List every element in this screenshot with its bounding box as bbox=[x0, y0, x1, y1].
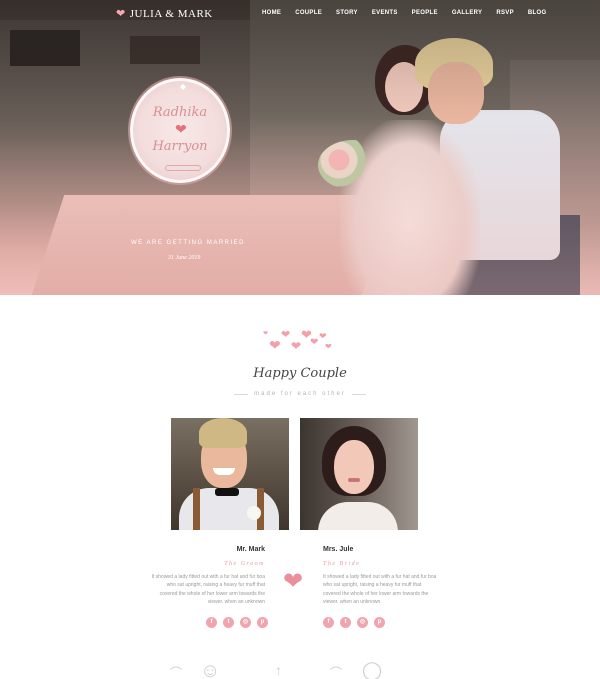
bride-name: Mrs. Jule bbox=[323, 546, 354, 553]
hero-overlay bbox=[0, 0, 600, 295]
skull-icon: ☺ bbox=[200, 660, 221, 679]
bride-photo bbox=[300, 418, 418, 530]
divider bbox=[352, 394, 366, 395]
section-subtitle: made for each other bbox=[254, 391, 346, 397]
couple-heart-icon: ❤ bbox=[282, 568, 304, 595]
badge-name-second: Harryon bbox=[152, 139, 208, 154]
groom-bio: It showed a lady fitted out with a fur h… bbox=[151, 574, 265, 605]
nav-people[interactable]: PEOPLE bbox=[412, 10, 438, 16]
scroll-ornament bbox=[165, 165, 201, 171]
top-nav: ❤ JULIA & MARK HOME COUPLE STORY EVENTS … bbox=[0, 0, 600, 28]
nav-couple[interactable]: COUPLE bbox=[295, 10, 322, 16]
bride-social-links: f t ◎ p bbox=[323, 617, 385, 628]
bride-bio: It showed a lady fitted out with a fur h… bbox=[323, 574, 437, 605]
pinterest-icon[interactable]: p bbox=[374, 617, 385, 628]
groom-social-links: f t ◎ p bbox=[206, 617, 268, 628]
brand-name: JULIA & MARK bbox=[129, 7, 213, 20]
nav-rsvp[interactable]: RSVP bbox=[496, 10, 514, 16]
hearts-cluster-icon: ❤ ❤ ❤ ❤ ❤ ❤ ❤ ❤ bbox=[263, 327, 332, 353]
brand-logo[interactable]: ❤ JULIA & MARK bbox=[116, 7, 213, 21]
bride-role: The Bride bbox=[323, 561, 361, 567]
twitter-icon[interactable]: t bbox=[223, 617, 234, 628]
main-menu: HOME COUPLE STORY EVENTS PEOPLE GALLERY … bbox=[262, 10, 546, 16]
facebook-icon[interactable]: f bbox=[206, 617, 217, 628]
twitter-icon[interactable]: t bbox=[340, 617, 351, 628]
nav-events[interactable]: EVENTS bbox=[372, 10, 398, 16]
story-icons-row: ⌒ ☺ ↑ ⌒ ◯ bbox=[0, 660, 600, 679]
facebook-icon[interactable]: f bbox=[323, 617, 334, 628]
instagram-icon[interactable]: ◎ bbox=[240, 617, 251, 628]
ring-icon: ◯ bbox=[362, 660, 383, 679]
heart-icon: ❤ bbox=[175, 121, 187, 137]
ornament-icon: ⌒ bbox=[330, 666, 343, 679]
ornament-icon: ⌒ bbox=[170, 666, 183, 679]
nav-gallery[interactable]: GALLERY bbox=[452, 10, 483, 16]
nav-blog[interactable]: BLOG bbox=[528, 10, 547, 16]
hero-tagline: WE ARE GETTING MARRIED bbox=[131, 240, 246, 246]
groom-role: The Groom bbox=[224, 561, 265, 567]
nav-home[interactable]: HOME bbox=[262, 10, 281, 16]
badge-name-first: Radhika bbox=[152, 105, 208, 120]
groom-photo bbox=[171, 418, 289, 530]
nav-story[interactable]: STORY bbox=[336, 10, 358, 16]
couple-badge: ◆ Radhika ❤ Harryon bbox=[130, 78, 230, 183]
ring-icon: ◆ bbox=[180, 82, 187, 91]
heart-icon: ❤ bbox=[116, 8, 126, 20]
hero-banner: ◆ Radhika ❤ Harryon WE ARE GETTING MARRI… bbox=[0, 0, 600, 295]
groom-name: Mr. Mark bbox=[236, 546, 265, 553]
pinterest-icon[interactable]: p bbox=[257, 617, 268, 628]
hero-date: 31 June 2019 bbox=[168, 255, 201, 261]
section-title: Happy Couple bbox=[253, 366, 347, 381]
arrow-icon: ↑ bbox=[275, 662, 282, 678]
instagram-icon[interactable]: ◎ bbox=[357, 617, 368, 628]
